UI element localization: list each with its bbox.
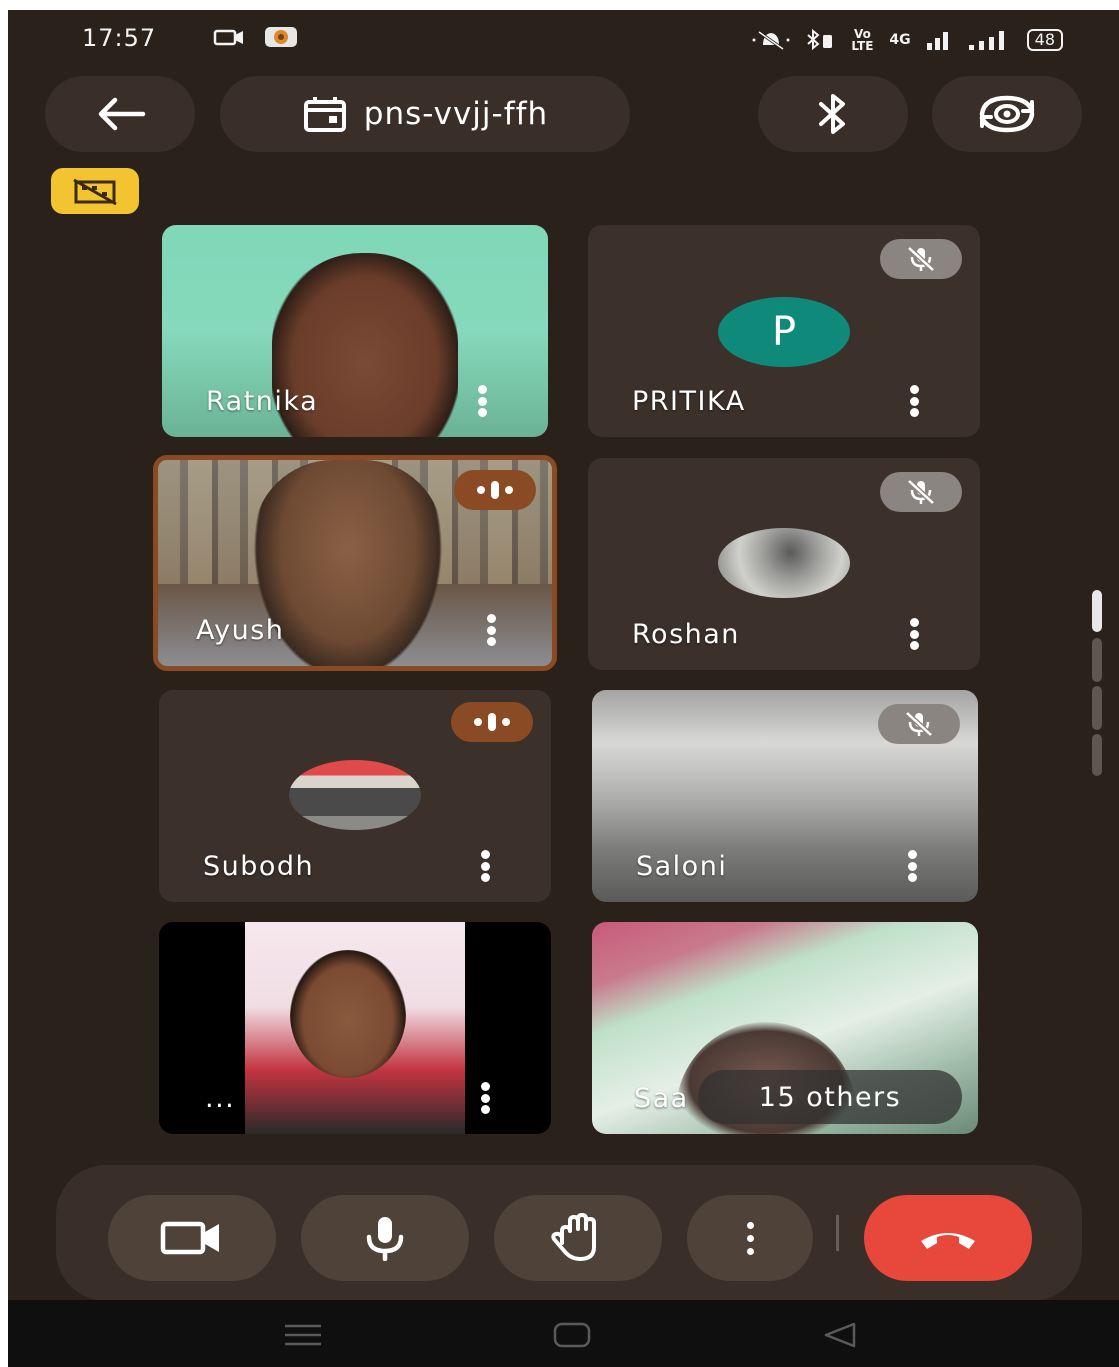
- raise-hand-icon: [551, 1213, 596, 1261]
- participant-video: [245, 922, 465, 1134]
- recording-badge[interactable]: [51, 168, 139, 214]
- signal-strength-2-icon: [968, 31, 1004, 50]
- more-options-button[interactable]: [687, 1195, 813, 1281]
- signal-strength-icon: [926, 32, 948, 50]
- speaking-indicator-icon: [454, 470, 536, 510]
- participant-tile[interactable]: Roshan: [588, 458, 980, 670]
- participant-name: Subodh: [203, 851, 315, 882]
- microphone-icon: [366, 1217, 404, 1261]
- participant-tile[interactable]: Saloni: [592, 690, 978, 902]
- participant-name: Saa: [634, 1083, 689, 1114]
- end-call-button[interactable]: [864, 1195, 1032, 1281]
- participant-name: Saloni: [636, 851, 728, 882]
- participant-name: Roshan: [632, 619, 740, 650]
- muted-mic-icon: [878, 704, 960, 744]
- avatar: [718, 528, 850, 598]
- back-arrow-icon: [98, 97, 146, 131]
- video-camera-icon: [160, 1221, 219, 1255]
- participant-tile[interactable]: Saa 15 others: [592, 922, 978, 1134]
- muted-mic-icon: [880, 239, 962, 279]
- status-right-icons: Vo LTE 4G 48: [751, 28, 1063, 52]
- raise-hand-button[interactable]: [494, 1195, 662, 1281]
- status-time: 17:57: [82, 24, 157, 52]
- more-options-icon[interactable]: [481, 1082, 491, 1114]
- silent-mode-icon: [752, 30, 790, 51]
- participant-tile[interactable]: ...: [159, 922, 551, 1134]
- bluetooth-audio-button[interactable]: [758, 76, 908, 152]
- end-call-icon: [921, 1233, 975, 1249]
- back-nav-icon[interactable]: [820, 1320, 860, 1350]
- more-options-icon: [746, 1221, 754, 1255]
- meeting-code: pns-vvjj-ffh: [363, 96, 549, 132]
- more-options-icon[interactable]: [481, 850, 491, 882]
- bluetooth-battery-icon: [807, 29, 833, 51]
- controls-divider: [836, 1215, 839, 1251]
- participant-tile[interactable]: Ayush: [153, 455, 557, 671]
- meet-call-screen: 17:57 Vo LTE 4G 48 pns-vvjj-ffh Ratnika …: [8, 10, 1119, 1367]
- network-type-label: 4G: [889, 32, 911, 48]
- back-button[interactable]: [45, 76, 195, 152]
- participant-tile[interactable]: Ratnika: [162, 225, 548, 437]
- calendar-icon: [303, 97, 346, 132]
- status-bar: 17:57 Vo LTE 4G 48: [8, 10, 1119, 70]
- participant-name: Ratnika: [206, 386, 319, 417]
- meeting-info-button[interactable]: pns-vvjj-ffh: [220, 76, 630, 152]
- switch-camera-icon: [979, 95, 1035, 133]
- bluetooth-icon: [819, 94, 845, 134]
- more-options-icon[interactable]: [910, 385, 920, 417]
- participant-tile[interactable]: P PRITIKA: [588, 225, 980, 437]
- participant-tile[interactable]: Subodh: [159, 690, 551, 902]
- more-options-icon[interactable]: [910, 618, 920, 650]
- home-icon[interactable]: [552, 1320, 592, 1350]
- scrollbar-segment: [1092, 734, 1102, 776]
- camera-toggle-button[interactable]: [108, 1195, 276, 1281]
- recent-apps-icon[interactable]: [283, 1322, 323, 1348]
- app-notification-icon: [265, 27, 297, 47]
- participant-name: ...: [205, 1083, 236, 1114]
- others-count-badge[interactable]: 15 others: [698, 1070, 962, 1124]
- avatar: P: [718, 297, 850, 367]
- scrollbar-segment: [1092, 638, 1102, 682]
- participant-name: Ayush: [196, 615, 285, 646]
- volte-label: Vo LTE: [851, 27, 874, 53]
- more-options-icon[interactable]: [487, 614, 497, 646]
- participant-name: PRITIKA: [632, 386, 746, 417]
- scrollbar-thumb[interactable]: [1092, 590, 1102, 632]
- muted-mic-icon: [880, 472, 962, 512]
- scrollbar-segment: [1092, 686, 1102, 730]
- cast-icon: [213, 29, 243, 46]
- microphone-toggle-button[interactable]: [301, 1195, 469, 1281]
- switch-camera-button[interactable]: [932, 76, 1082, 152]
- avatar: [289, 760, 421, 830]
- more-options-icon[interactable]: [908, 850, 918, 882]
- more-options-icon[interactable]: [478, 385, 488, 417]
- battery-indicator: 48: [1026, 29, 1063, 51]
- system-navigation-bar: [8, 1300, 1119, 1367]
- no-building-icon: [73, 178, 117, 206]
- speaking-indicator-icon: [451, 702, 533, 742]
